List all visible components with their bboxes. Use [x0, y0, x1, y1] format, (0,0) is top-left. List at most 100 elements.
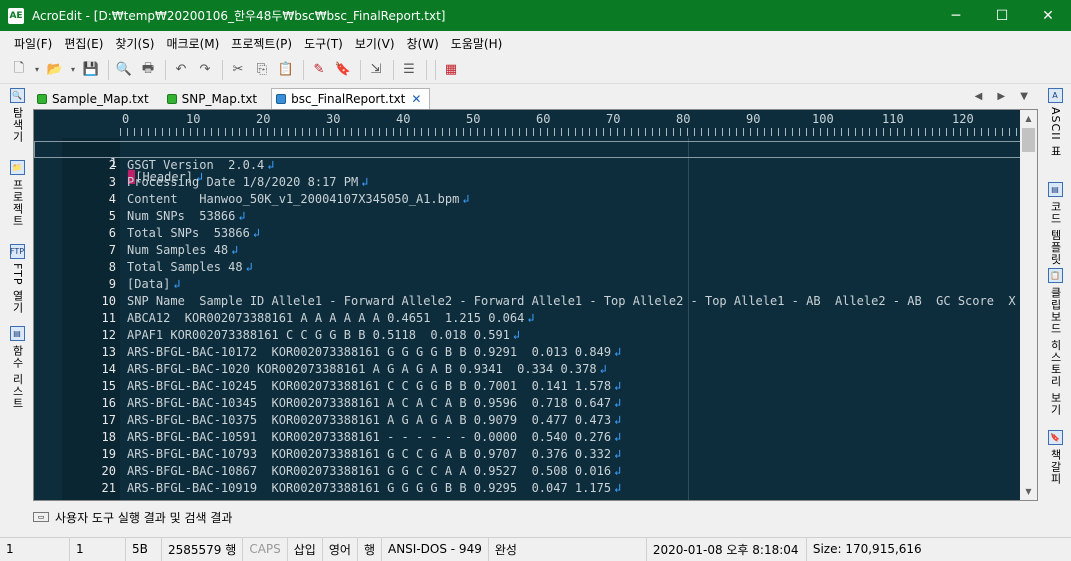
text-line[interactable]: 14 ARS-BFGL-BAC-1020 KOR002073388161 A G …: [34, 362, 1024, 379]
text-line[interactable]: 21 ARS-BFGL-BAC-10919 KOR002073388161 G G…: [34, 481, 1024, 498]
redo-icon[interactable]: ↷: [194, 59, 216, 81]
text-line[interactable]: 16 ARS-BFGL-BAC-10345 KOR002073388161 A C…: [34, 396, 1024, 413]
print-icon[interactable]: 🖶: [137, 59, 159, 81]
tab-snp-map[interactable]: SNP_Map.txt: [163, 88, 265, 109]
status-column: 1: [70, 537, 126, 561]
sidebar-label: 함수 리스트: [11, 345, 24, 410]
status-encoding[interactable]: ANSI-DOS - 949: [382, 537, 489, 561]
text-line[interactable]: 15 ARS-BFGL-BAC-10245 KOR002073388161 C C…: [34, 379, 1024, 396]
menu-edit[interactable]: 편집(E): [58, 35, 109, 52]
ruler-label: 120: [952, 112, 974, 126]
line-number: 16: [101, 396, 116, 410]
menu-window[interactable]: 창(W): [401, 35, 445, 52]
text-line[interactable]: 4 Content Hanwoo_50K_v1_20004107X345050_A…: [34, 192, 1024, 209]
right-sidebar: A ASCII 표 ▤ 코드 템플릿 📋 클립보드 히스토리 보기 🔖 책갈피: [1040, 86, 1071, 506]
ascii-icon: A: [1047, 88, 1063, 103]
paste-icon[interactable]: 📋: [275, 59, 297, 81]
sidebar-label: 책갈피: [1049, 449, 1062, 485]
sidebar-label: 프로젝트: [11, 179, 24, 227]
scroll-thumb[interactable]: [1022, 128, 1035, 152]
text-line[interactable]: 11 ABCA12 KOR002073388161 A A A A A A 0.4…: [34, 311, 1024, 328]
output-panel-tab[interactable]: ▭ 사용자 도구 실행 결과 및 검색 결과: [33, 506, 232, 528]
text-line[interactable]: 3 Processing Date 1/8/2020 8:17 PM ↲: [34, 175, 1024, 192]
ruler-label: 30: [326, 112, 341, 126]
ruler-label: 40: [396, 112, 411, 126]
line-number: 3: [108, 175, 116, 189]
status-total-lines: 2585579 행: [162, 537, 244, 561]
calendar-icon[interactable]: ▦: [440, 59, 462, 81]
dropdown-arrow-icon[interactable]: ▾: [68, 59, 78, 81]
line-number: 10: [101, 294, 116, 308]
print-preview-icon[interactable]: 🔍: [113, 59, 135, 81]
minimize-button[interactable]: ─: [933, 0, 979, 31]
marker-icon[interactable]: ✎: [308, 59, 330, 81]
save-icon[interactable]: 💾: [80, 59, 102, 81]
text-line[interactable]: 5 Num SNPs 53866 ↲: [34, 209, 1024, 226]
tab-sample-map[interactable]: Sample_Map.txt: [33, 88, 157, 109]
text-line[interactable]: 12 APAF1 KOR002073388161 C C G G B B 0.51…: [34, 328, 1024, 345]
menu-tools[interactable]: 도구(T): [298, 35, 349, 52]
cut-icon[interactable]: ✂: [227, 59, 249, 81]
text-line[interactable]: 19 ARS-BFGL-BAC-10793 KOR002073388161 G C…: [34, 447, 1024, 464]
tab-navigation-icon[interactable]: ◀ ▶ ▼: [975, 91, 1034, 102]
menu-file[interactable]: 파일(F): [8, 35, 58, 52]
menu-macro[interactable]: 매크로(M): [160, 35, 225, 52]
text-line[interactable]: 20 ARS-BFGL-BAC-10867 KOR002073388161 G G…: [34, 464, 1024, 481]
text-line[interactable]: 9 [Data] ↲: [34, 277, 1024, 294]
vertical-scrollbar[interactable]: ▲ ▼: [1020, 110, 1037, 500]
title-bar[interactable]: AE AcroEdit - [D:₩temp₩20200106_한우48두₩bs…: [0, 0, 1071, 31]
list-icon[interactable]: ☰: [398, 59, 420, 81]
menu-search[interactable]: 찾기(S): [109, 35, 160, 52]
close-tab-icon[interactable]: ✕: [411, 92, 421, 106]
sidebar-item-ascii[interactable]: A ASCII 표: [1047, 88, 1063, 157]
sidebar-item-project[interactable]: 📁 프로젝트: [9, 160, 25, 227]
sidebar-item-code-template[interactable]: ▤ 코드 템플릿: [1047, 182, 1063, 266]
text-line[interactable]: 18 ARS-BFGL-BAC-10591 KOR002073388161 - -…: [34, 430, 1024, 447]
text-line[interactable]: 13 ARS-BFGL-BAC-10172 KOR002073388161 G G…: [34, 345, 1024, 362]
sidebar-item-ftp[interactable]: FTP FTP 열기: [9, 244, 25, 314]
text-line[interactable]: 17 ARS-BFGL-BAC-10375 KOR002073388161 A G…: [34, 413, 1024, 430]
toolbar-separator: [222, 59, 223, 80]
copy-icon[interactable]: ⎘: [251, 59, 273, 81]
bookmark-icon[interactable]: 🔖: [332, 59, 354, 81]
line-text: [Data] ↲: [127, 277, 181, 291]
line-number: 20: [101, 464, 116, 478]
text-line[interactable]: 6 Total SNPs 53866 ↲: [34, 226, 1024, 243]
goto-icon[interactable]: ⇲: [365, 59, 387, 81]
sidebar-item-clipboard[interactable]: 📋 클립보드 히스토리 보기: [1047, 268, 1063, 416]
text-line[interactable]: 1 ▌[Header] ↲: [34, 141, 1024, 184]
maximize-button[interactable]: ☐: [979, 0, 1025, 31]
dropdown-arrow-icon[interactable]: ▾: [32, 59, 42, 81]
project-folder-icon: 📁: [9, 160, 25, 175]
line-text: Content Hanwoo_50K_v1_20004107X345050_A1…: [127, 192, 470, 206]
sidebar-item-function-list[interactable]: ▤ 함수 리스트: [9, 326, 25, 410]
tab-bsc-finalreport[interactable]: bsc_FinalReport.txt ✕: [271, 88, 431, 109]
status-insert-mode[interactable]: 삽입: [288, 537, 323, 561]
sidebar-item-explorer[interactable]: 🔍 탐색기: [9, 88, 25, 143]
line-text: ABCA12 KOR002073388161 A A A A A A 0.465…: [127, 311, 535, 325]
app-icon: AE: [8, 7, 24, 24]
menu-view[interactable]: 보기(V): [349, 35, 401, 52]
text-line[interactable]: 10 SNP Name Sample ID Allele1 - Forward A…: [34, 294, 1037, 311]
ruler-label: 60: [536, 112, 551, 126]
toolbar: 🗋 ▾ 📂 ▾ 💾 🔍 🖶 ↶ ↷ ✂ ⎘ 📋 ✎ 🔖 ⇲ ☰ ▦: [0, 56, 1071, 84]
status-language[interactable]: 영어: [323, 537, 358, 561]
text-line[interactable]: 8 Total Samples 48 ↲: [34, 260, 1024, 277]
undo-icon[interactable]: ↶: [170, 59, 192, 81]
new-file-icon[interactable]: 🗋: [8, 59, 30, 81]
scroll-up-icon[interactable]: ▲: [1020, 110, 1037, 127]
sidebar-label: ASCII 표: [1049, 107, 1062, 158]
scroll-down-icon[interactable]: ▼: [1020, 483, 1037, 500]
ftp-icon: FTP: [9, 244, 25, 259]
line-number: 13: [101, 345, 116, 359]
sidebar-item-bookmarks[interactable]: 🔖 책갈피: [1047, 430, 1063, 485]
menu-project[interactable]: 프로젝트(P): [225, 35, 298, 52]
menu-help[interactable]: 도움말(H): [445, 35, 509, 52]
close-button[interactable]: ✕: [1025, 0, 1071, 31]
open-folder-icon[interactable]: 📂: [44, 59, 66, 81]
status-row-mode[interactable]: 행: [358, 537, 382, 561]
editor[interactable]: 0 10 20 30 40 50 60 70 80 90 100 110 120…: [33, 109, 1038, 501]
text-line[interactable]: 7 Num Samples 48 ↲: [34, 243, 1024, 260]
text-line[interactable]: 2 GSGT Version 2.0.4 ↲: [34, 158, 1024, 175]
tab-bar: Sample_Map.txt SNP_Map.txt bsc_FinalRepo…: [33, 87, 1038, 109]
